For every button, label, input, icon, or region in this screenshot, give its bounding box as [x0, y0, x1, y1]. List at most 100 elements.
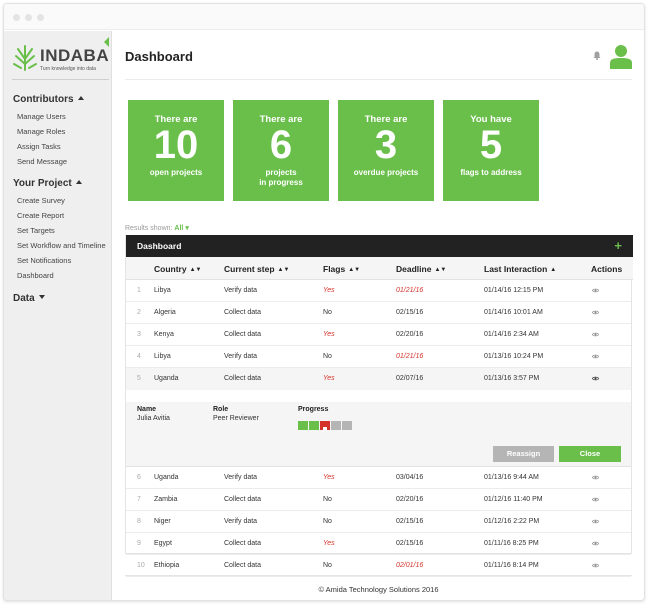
eye-icon[interactable] — [592, 354, 599, 359]
eye-icon[interactable] — [592, 376, 599, 381]
eye-icon[interactable] — [592, 563, 599, 568]
nav-section-contributors[interactable]: Contributors — [13, 94, 84, 105]
progress-step-pending — [342, 421, 352, 430]
caret-down-icon — [38, 295, 45, 299]
col-header-country[interactable]: Country ▲▼ — [154, 264, 201, 274]
row-deadline: 01/21/16 — [396, 287, 424, 294]
eye-icon[interactable] — [592, 288, 599, 293]
card-label: projects in progress — [259, 168, 303, 187]
app-window: INDABA Turn knowledge into data Contribu… — [3, 3, 645, 601]
table-row[interactable]: 5 Uganda Collect data Yes 02/07/16 01/13/16 3… — [126, 368, 631, 390]
stat-card-open-projects[interactable]: There are 10 open projects — [128, 100, 224, 201]
stat-card-projects-in-progress[interactable]: There are 6 projects in progress — [233, 100, 329, 201]
window-close-dot[interactable] — [13, 14, 20, 21]
row-deadline: 02/15/16 — [396, 518, 424, 525]
row-current-step: Verify data — [224, 353, 258, 360]
col-header-last-interaction[interactable]: Last Interaction ▲ — [484, 264, 556, 274]
detail-name-label: Name — [137, 406, 157, 413]
row-last-interaction: 01/12/16 2:22 PM — [484, 518, 540, 525]
nav-item-set-notifications[interactable]: Set Notifications — [17, 256, 71, 265]
card-number: 6 — [269, 123, 293, 167]
detail-name-value: Julia Avitia — [137, 415, 170, 422]
row-last-interaction: 01/13/16 9:44 AM — [484, 474, 539, 481]
table-row[interactable]: 9 Egypt Collect data Yes 02/15/16 01/11/16 8:… — [126, 533, 631, 555]
card-number: 3 — [374, 123, 398, 167]
eye-icon[interactable] — [592, 497, 599, 502]
eye-icon[interactable] — [592, 519, 599, 524]
dashboard-table: Dashboard + Country ▲▼ Current step ▲▼ Fla… — [125, 235, 633, 577]
col-header-actions: Actions — [591, 264, 623, 274]
col-header-current-step[interactable]: Current step ▲▼ — [224, 264, 289, 274]
nav-item-create-survey[interactable]: Create Survey — [17, 196, 65, 205]
nav-section-label: Your Project — [13, 178, 72, 189]
stat-card-flags[interactable]: You have 5 flags to address — [443, 100, 539, 201]
col-header-label: Flags — [323, 264, 346, 274]
nav-section-data[interactable]: Data — [13, 293, 45, 304]
row-deadline: 02/20/16 — [396, 496, 424, 503]
table-row[interactable]: 8 Niger Verify data No 02/15/16 01/12/16 2:22… — [126, 511, 631, 533]
window-minimize-dot[interactable] — [25, 14, 32, 21]
row-last-interaction: 01/14/16 12:15 PM — [484, 287, 544, 294]
row-deadline: 02/01/16 — [396, 562, 424, 569]
nav-item-manage-users[interactable]: Manage Users — [17, 112, 66, 121]
caret-up-icon — [75, 180, 82, 184]
main-content: Dashboard There are 10 open projects The… — [113, 31, 644, 600]
eye-icon[interactable] — [592, 332, 599, 337]
table-row[interactable]: 4 Libya Verify data No 01/21/16 01/13/16 10:2… — [126, 346, 631, 368]
plus-icon[interactable]: + — [614, 238, 622, 253]
table-row[interactable]: 7 Zambia Collect data No 02/20/16 01/12/16 11… — [126, 489, 631, 511]
nav-item-send-message[interactable]: Send Message — [17, 157, 67, 166]
row-current-step: Collect data — [224, 375, 261, 382]
row-number: 1 — [137, 287, 141, 294]
nav-item-set-workflow[interactable]: Set Workflow and Timeline — [17, 241, 106, 250]
results-filter-dropdown[interactable]: All ▾ — [174, 225, 188, 232]
progress-step-done — [309, 421, 319, 430]
card-label: open projects — [149, 168, 203, 177]
sidebar: INDABA Turn knowledge into data Contribu… — [4, 31, 112, 600]
logo-wordmark: INDABA — [40, 46, 110, 65]
table-row[interactable]: 2 Algeria Collect data No 02/15/16 01/14/16 1… — [126, 302, 631, 324]
bell-icon[interactable] — [593, 51, 601, 60]
row-number: 10 — [137, 562, 145, 569]
results-label: Results shown: — [125, 225, 173, 232]
reassign-button[interactable]: Reassign — [493, 446, 554, 462]
nav-item-create-report[interactable]: Create Report — [17, 211, 64, 220]
row-number: 7 — [137, 496, 141, 503]
nav-item-assign-tasks[interactable]: Assign Tasks — [17, 142, 61, 151]
nav-item-manage-roles[interactable]: Manage Roles — [17, 127, 65, 136]
row-current-step: Collect data — [224, 540, 261, 547]
col-header-deadline[interactable]: Deadline ▲▼ — [396, 264, 446, 274]
table-row[interactable]: 3 Kenya Collect data Yes 02/20/16 01/14/16 2:… — [126, 324, 631, 346]
row-last-interaction: 01/13/16 3:57 PM — [484, 375, 540, 382]
eye-icon[interactable] — [592, 541, 599, 546]
close-button[interactable]: Close — [559, 446, 621, 462]
user-avatar-icon[interactable] — [609, 44, 633, 69]
row-number: 8 — [137, 518, 141, 525]
stat-card-overdue-projects[interactable]: There are 3 overdue projects — [338, 100, 434, 201]
col-header-flags[interactable]: Flags ▲▼ — [323, 264, 360, 274]
row-current-step: Verify data — [224, 474, 258, 481]
row-current-step: Verify data — [224, 287, 258, 294]
col-header-label: Last Interaction — [484, 264, 548, 274]
nav-item-set-targets[interactable]: Set Targets — [17, 226, 55, 235]
flag-icon — [323, 427, 327, 433]
row-current-step: Collect data — [224, 309, 261, 316]
progress-step-done — [298, 421, 308, 430]
window-maximize-dot[interactable] — [37, 14, 44, 21]
nav-section-your-project[interactable]: Your Project — [13, 178, 82, 189]
footer-divider — [125, 575, 632, 576]
table-row[interactable]: 6 Uganda Verify data Yes 03/04/16 01/13/16 9:… — [126, 467, 631, 489]
eye-icon[interactable] — [592, 310, 599, 315]
table-row[interactable]: 10 Ethiopia Collect data No 02/01/16 01/11/16… — [126, 555, 631, 577]
progress-step-flagged — [320, 421, 330, 433]
eye-icon[interactable] — [592, 475, 599, 480]
nav-item-dashboard[interactable]: Dashboard — [17, 271, 54, 280]
chevron-down-icon: ▾ — [185, 225, 189, 232]
row-deadline: 03/04/16 — [396, 474, 424, 481]
sort-asc-icon: ▲ — [550, 267, 557, 273]
page-title: Dashboard — [125, 49, 193, 64]
table-row[interactable]: 1 Libya Verify data Yes 01/21/16 01/14/16 12:… — [126, 280, 631, 302]
card-number: 10 — [153, 123, 199, 167]
row-last-interaction: 01/11/16 8:25 PM — [484, 540, 539, 547]
row-deadline: 02/15/16 — [396, 309, 424, 316]
